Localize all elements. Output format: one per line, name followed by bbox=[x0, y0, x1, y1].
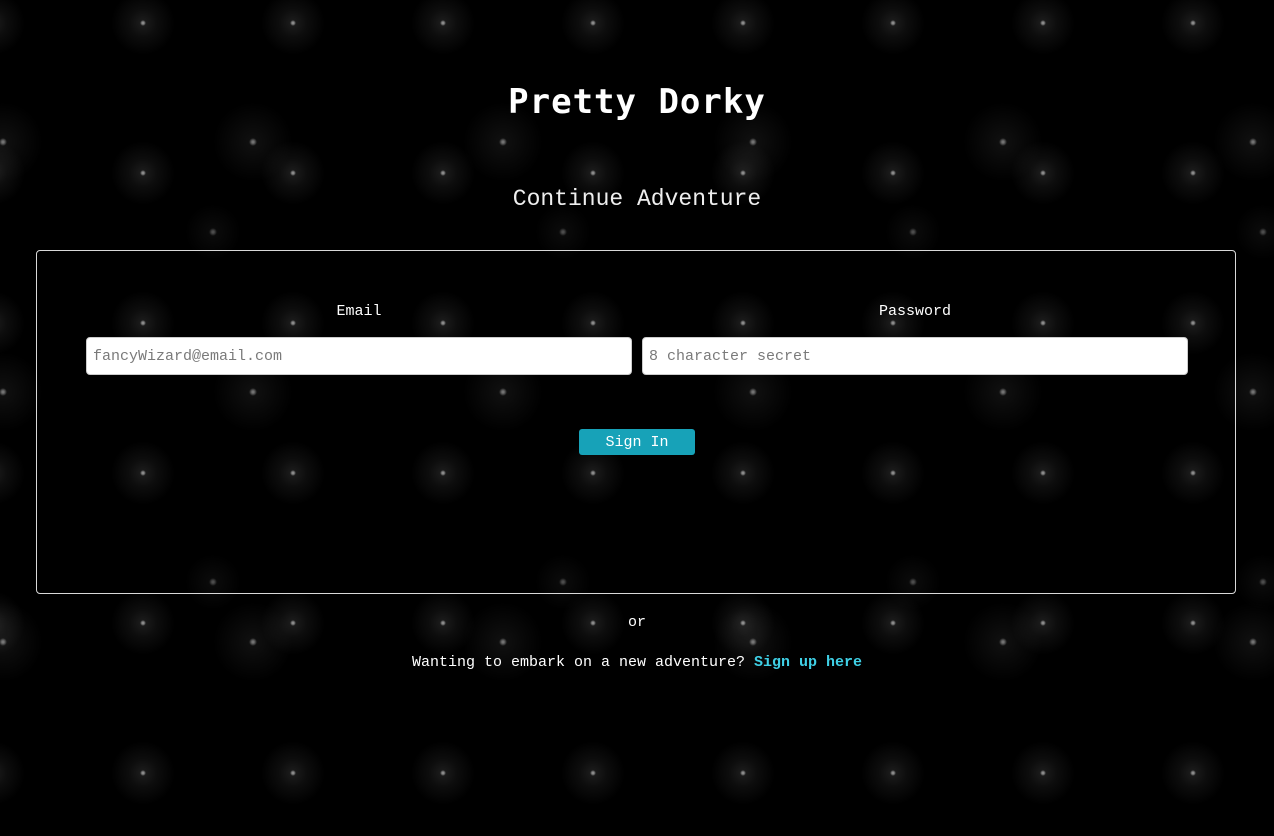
password-input[interactable] bbox=[642, 337, 1188, 375]
brand-title: Pretty Dorky bbox=[508, 82, 766, 122]
sign-in-button[interactable]: Sign In bbox=[579, 429, 695, 455]
email-input[interactable] bbox=[86, 337, 632, 375]
login-page: Pretty Dorky Continue Adventure Email Pa… bbox=[0, 0, 1274, 836]
page-subtitle: Continue Adventure bbox=[512, 186, 762, 212]
or-divider-text: or bbox=[627, 614, 646, 631]
signup-prompt: Wanting to embark on a new adventure? Si… bbox=[0, 654, 1274, 671]
password-label: Password bbox=[878, 303, 951, 320]
sign-up-link[interactable]: Sign up here bbox=[754, 654, 862, 671]
sign-in-card: Email Password Sign In bbox=[36, 250, 1236, 594]
signup-prompt-text: Wanting to embark on a new adventure? bbox=[411, 654, 745, 671]
password-field-group: Password bbox=[642, 303, 1188, 375]
email-label: Email bbox=[336, 303, 382, 320]
email-field-group: Email bbox=[86, 303, 632, 375]
